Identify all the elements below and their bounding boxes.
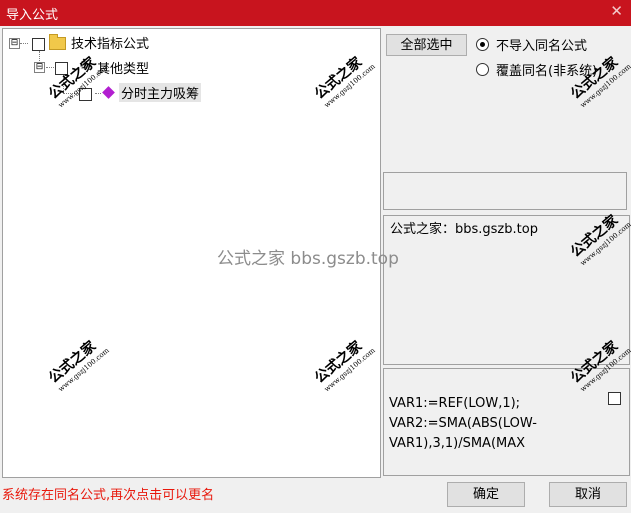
radio-overwrite[interactable]: [476, 63, 489, 76]
select-all-button[interactable]: 全部选中: [386, 34, 467, 56]
tree-root-label[interactable]: 技术指标公式: [71, 33, 149, 52]
formula-gem-icon: [102, 86, 115, 99]
title-bar: 导入公式 ✕: [0, 0, 631, 26]
ok-button[interactable]: 确定: [447, 482, 525, 507]
code-line-3: VAR1),3,1)/SMA(MAX: [389, 436, 526, 451]
folder-icon: [49, 34, 66, 50]
center-watermark: 公式之家 bbs.gszb.top: [217, 249, 399, 269]
formula-name-field[interactable]: [383, 172, 627, 210]
root-checkbox[interactable]: [32, 38, 45, 51]
code-line-1: VAR1:=REF(LOW,1);: [389, 396, 521, 411]
root-collapse-icon[interactable]: ⊟: [9, 38, 20, 49]
tree-leaf-label[interactable]: 分时主力吸筹: [119, 83, 202, 102]
cancel-button[interactable]: 取消: [549, 482, 627, 507]
close-icon[interactable]: ✕: [610, 2, 623, 20]
child-collapse-icon[interactable]: ⊟: [34, 62, 45, 73]
code-preview-checkbox[interactable]: [608, 392, 621, 405]
code-line-2: VAR2:=SMA(ABS(LOW-: [389, 416, 537, 431]
tree-connector: [20, 43, 28, 44]
watermark-stamp: 公式之家 www.gszj100.com: [567, 54, 631, 110]
window-title: 导入公式: [6, 8, 59, 23]
status-message: 系统存在同名公式,再次点击可以更名: [2, 488, 215, 503]
description-text: 公式之家：bbs.gszb.top: [390, 222, 538, 237]
tree-connector: [95, 93, 101, 94]
radio-skip-duplicates[interactable]: [476, 38, 489, 51]
radio-skip-duplicates-label[interactable]: 不导入同名公式: [496, 35, 587, 54]
